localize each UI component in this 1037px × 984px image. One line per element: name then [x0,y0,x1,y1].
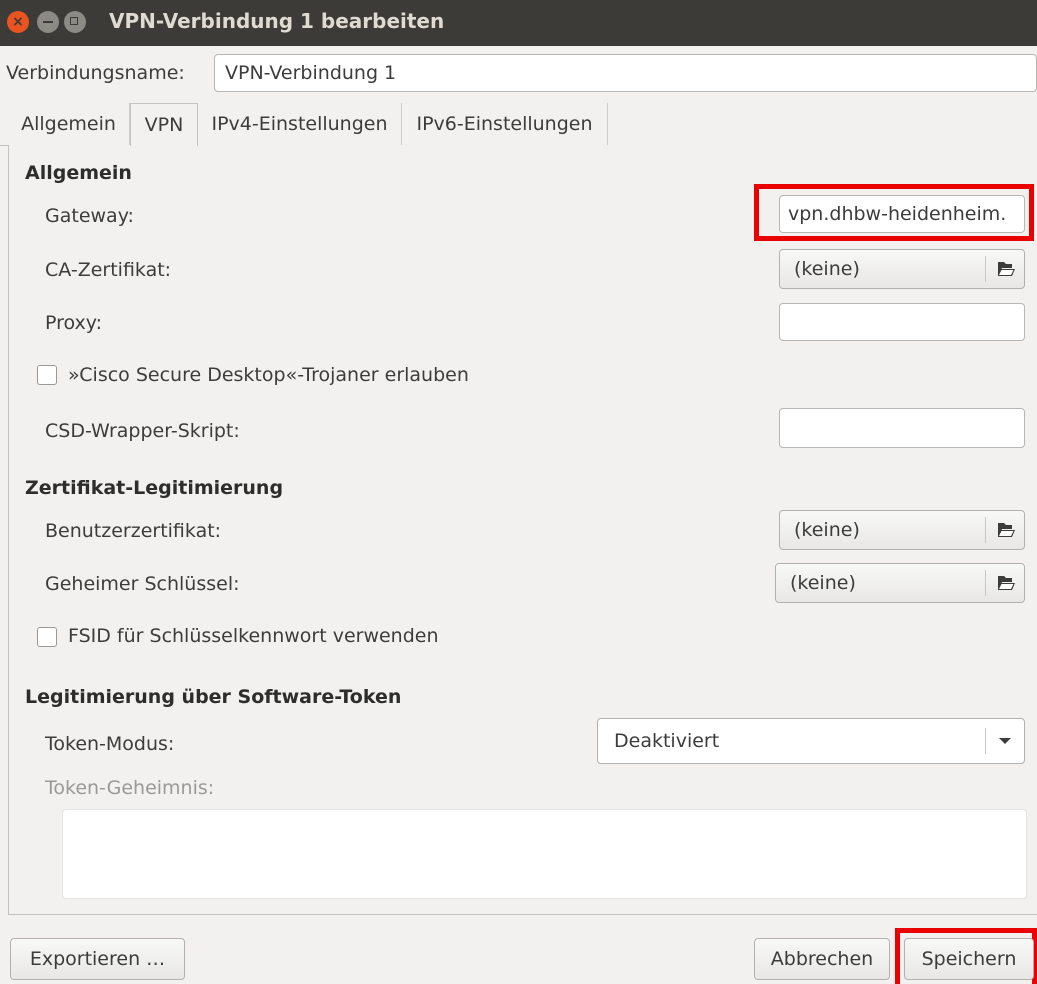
private-key-label: Geheimer Schlüssel: [45,573,240,595]
csd-wrapper-label: CSD-Wrapper-Skript: [45,420,240,442]
token-secret-label: Token-Geheimnis: [45,777,215,799]
private-key-chooser[interactable]: (keine) [775,563,1025,603]
document-open-icon [998,523,1015,537]
save-button[interactable]: Speichern [904,938,1034,980]
user-cert-value: (keine) [794,519,860,541]
select-separator [985,728,986,754]
proxy-input[interactable] [779,303,1025,341]
cancel-button[interactable]: Abbrechen [754,938,890,980]
tab-ipv4[interactable]: IPv4-Einstellungen [198,103,402,146]
user-cert-chooser[interactable]: (keine) [779,510,1025,550]
csd-wrapper-input[interactable] [779,408,1025,448]
export-button[interactable]: Exportieren … [10,938,185,980]
proxy-label: Proxy: [45,312,103,334]
connection-name-input[interactable] [214,54,1037,92]
fsid-checkbox-label: FSID für Schlüsselkennwort verwenden [68,625,439,647]
ca-cert-chooser[interactable]: (keine) [779,249,1025,289]
tab-ipv6[interactable]: IPv6-Einstellungen [402,103,608,146]
token-secret-textarea [62,809,1027,899]
chooser-separator [985,256,986,282]
maximize-window-button[interactable] [64,11,86,33]
ca-cert-label: CA-Zertifikat: [45,259,172,281]
fsid-checkbox[interactable] [37,627,57,647]
tab-vpn[interactable]: VPN [130,103,198,146]
section-cert-auth-title: Zertifikat-Legitimierung [25,477,284,499]
gateway-label: Gateway: [45,205,134,227]
gateway-input[interactable] [779,195,1025,233]
section-general-title: Allgemein [25,162,132,184]
cisco-checkbox-label: »Cisco Secure Desktop«-Trojaner erlauben [68,364,469,386]
token-mode-label: Token-Modus: [45,733,175,755]
chevron-down-icon [999,738,1011,744]
connection-name-label: Verbindungsname: [6,62,185,84]
user-cert-label: Benutzerzertifikat: [45,520,222,542]
minimize-window-button[interactable] [37,11,59,33]
token-mode-value: Deaktiviert [614,730,720,752]
close-window-button[interactable]: × [7,11,29,33]
document-open-icon [998,262,1015,276]
private-key-value: (keine) [790,572,856,594]
token-mode-select[interactable]: Deaktiviert [597,718,1025,764]
ca-cert-value: (keine) [794,258,860,280]
chooser-separator [985,570,986,596]
tab-allgemein[interactable]: Allgemein [8,103,130,146]
section-software-token-title: Legitimierung über Software-Token [25,686,402,708]
chooser-separator [985,517,986,543]
window-title: VPN-Verbindung 1 bearbeiten [109,9,445,33]
cisco-checkbox[interactable] [37,365,57,385]
document-open-icon [998,576,1015,590]
